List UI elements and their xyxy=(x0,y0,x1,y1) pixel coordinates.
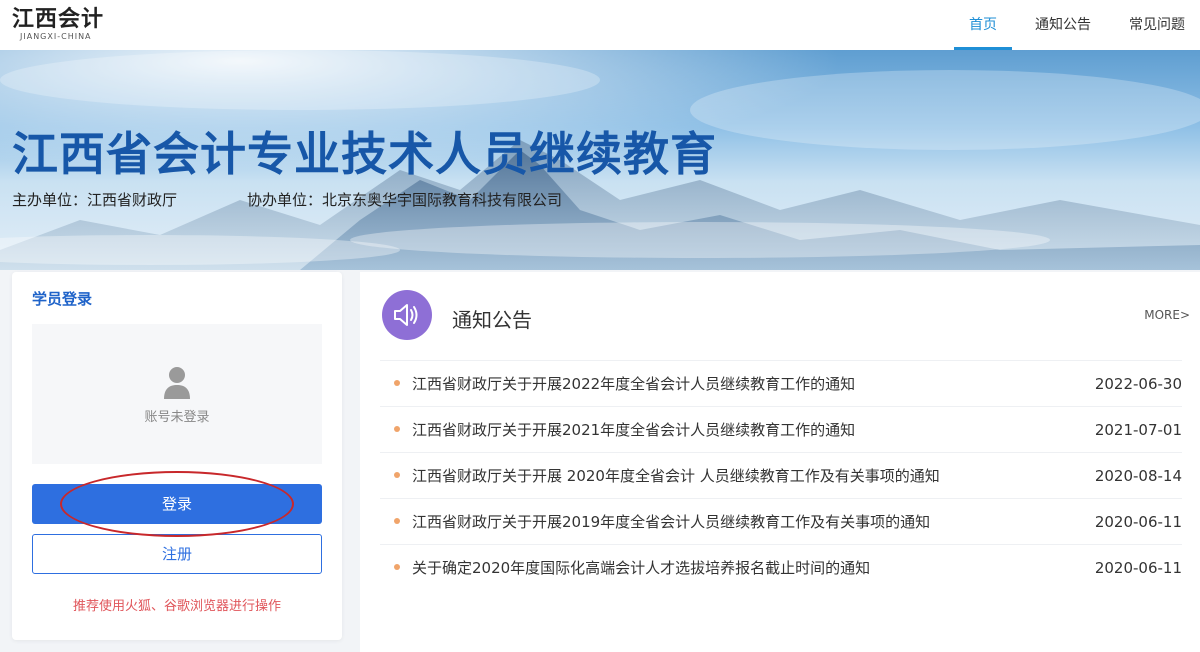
bullet-dot xyxy=(394,564,400,570)
login-card: 学员登录 账号未登录 登录 注册 推荐使用火狐、谷歌浏览器进行操作 xyxy=(12,272,342,640)
notice-item-title[interactable]: 江西省财政厅关于开展2022年度全省会计人员继续教育工作的通知 xyxy=(412,373,855,394)
bullet-dot xyxy=(394,380,400,386)
top-header: 江西会计 JIANGXI-CHINA 首页 通知公告 常见问题 xyxy=(0,0,1200,50)
login-title: 学员登录 xyxy=(32,290,93,308)
user-status-box: 账号未登录 xyxy=(32,324,322,464)
bullet-dot xyxy=(394,518,400,524)
nav-home[interactable]: 首页 xyxy=(954,0,1012,50)
notice-item[interactable]: 江西省财政厅关于开展2019年度全省会计人员继续教育工作及有关事项的通知 202… xyxy=(380,498,1182,544)
notice-item-title[interactable]: 江西省财政厅关于开展 2020年度全省会计 人员继续教育工作及有关事项的通知 xyxy=(412,465,940,486)
bullet-dot xyxy=(394,426,400,432)
notice-item-date: 2020-06-11 xyxy=(1094,559,1182,577)
login-button[interactable]: 登录 xyxy=(32,484,322,524)
notice-item-date: 2022-06-30 xyxy=(1094,375,1182,393)
user-icon xyxy=(164,367,190,399)
main-nav: 首页 通知公告 常见问题 xyxy=(946,0,1200,50)
banner-host: 主办单位：江西省财政厅 xyxy=(12,191,178,209)
site-logo[interactable]: 江西会计 JIANGXI-CHINA xyxy=(12,8,104,42)
notice-title: 通知公告 xyxy=(452,308,532,332)
banner-co-host: 协办单位：北京东奥华宇国际教育科技有限公司 xyxy=(247,191,563,209)
notice-item-date: 2020-08-14 xyxy=(1094,467,1182,485)
notice-item-title[interactable]: 关于确定2020年度国际化高端会计人才选拔培养报名截止时间的通知 xyxy=(412,557,870,578)
nav-notices[interactable]: 通知公告 xyxy=(1020,0,1106,50)
banner-title: 江西省会计专业技术人员继续教育 xyxy=(12,127,717,181)
notice-panel: 通知公告 MORE> 江西省财政厅关于开展2022年度全省会计人员继续教育工作的… xyxy=(360,272,1200,652)
bullet-dot xyxy=(394,472,400,478)
notice-item[interactable]: 江西省财政厅关于开展 2020年度全省会计 人员继续教育工作及有关事项的通知 2… xyxy=(380,452,1182,498)
browser-hint: 推荐使用火狐、谷歌浏览器进行操作 xyxy=(72,599,281,614)
notice-item[interactable]: 江西省财政厅关于开展2022年度全省会计人员继续教育工作的通知 2022-06-… xyxy=(380,360,1182,406)
notice-item-title[interactable]: 江西省财政厅关于开展2021年度全省会计人员继续教育工作的通知 xyxy=(412,419,855,440)
notice-more-link[interactable]: MORE> xyxy=(1144,308,1190,322)
notice-item[interactable]: 江西省财政厅关于开展2021年度全省会计人员继续教育工作的通知 2021-07-… xyxy=(380,406,1182,452)
login-status-text: 账号未登录 xyxy=(144,410,210,425)
logo-title: 江西会计 xyxy=(12,7,105,32)
logo-subtitle: JIANGXI-CHINA xyxy=(20,32,92,41)
nav-faq[interactable]: 常见问题 xyxy=(1114,0,1200,50)
notice-item-date: 2021-07-01 xyxy=(1094,421,1182,439)
register-button[interactable]: 注册 xyxy=(32,534,322,574)
notice-list: 江西省财政厅关于开展2022年度全省会计人员继续教育工作的通知 2022-06-… xyxy=(380,360,1182,590)
notice-item-date: 2020-06-11 xyxy=(1094,513,1182,531)
speaker-icon xyxy=(382,290,432,340)
notice-item[interactable]: 关于确定2020年度国际化高端会计人才选拔培养报名截止时间的通知 2020-06… xyxy=(380,544,1182,590)
hero-banner: 江西省会计专业技术人员继续教育 主办单位：江西省财政厅 协办单位：北京东奥华宇国… xyxy=(0,50,1200,270)
notice-item-title[interactable]: 江西省财政厅关于开展2019年度全省会计人员继续教育工作及有关事项的通知 xyxy=(412,511,930,532)
